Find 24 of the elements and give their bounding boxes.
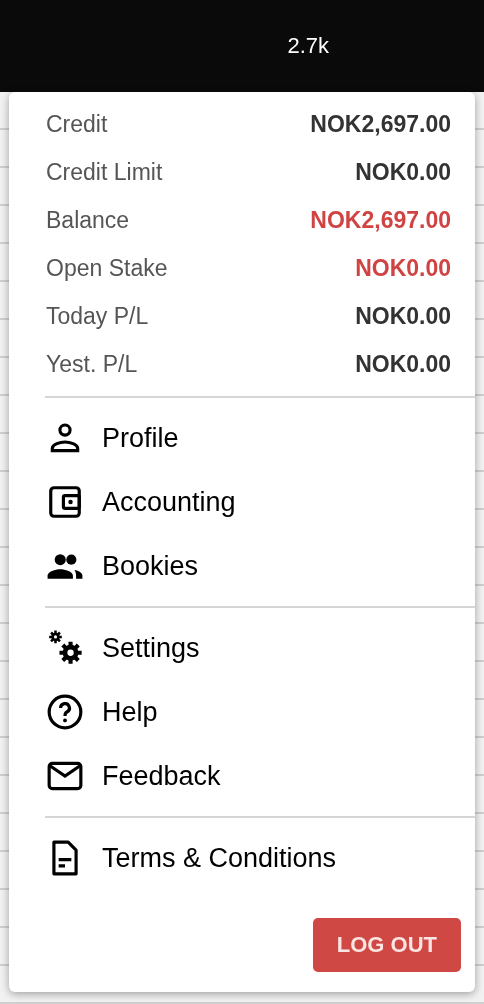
- menu-item[interactable]: Accounting: [102, 486, 236, 518]
- account-label: Balance: [46, 206, 130, 234]
- menu-item[interactable]: Feedback: [102, 760, 221, 792]
- account-value: NOK0.00: [355, 158, 451, 186]
- account-label: Credit: [46, 110, 108, 138]
- account-value: NOK2,697.00: [310, 206, 451, 234]
- account-value: NOK2,697.00: [310, 110, 451, 138]
- account-value: NOK0.00: [355, 254, 451, 282]
- menu-item[interactable]: Bookies: [102, 550, 199, 582]
- menu-item[interactable]: Terms & Conditions: [102, 842, 337, 874]
- account-label: Credit Limit: [46, 158, 163, 186]
- account-value: NOK0.00: [355, 350, 451, 378]
- account-label: Open Stake: [46, 254, 168, 282]
- logout-button[interactable]: LOG OUT: [312, 918, 461, 972]
- menu-item[interactable]: Profile: [102, 422, 179, 454]
- gears-icon: [46, 629, 84, 667]
- wallet-icon: [46, 483, 84, 521]
- menu-item[interactable]: Help: [102, 696, 158, 728]
- help-icon: [46, 693, 84, 731]
- account-label: Today P/L: [46, 302, 149, 330]
- account-label: Yest. P/L: [46, 350, 138, 378]
- menu-item[interactable]: Settings: [102, 632, 200, 664]
- account-value: NOK0.00: [355, 302, 451, 330]
- notification-count: 2.7k: [287, 33, 329, 59]
